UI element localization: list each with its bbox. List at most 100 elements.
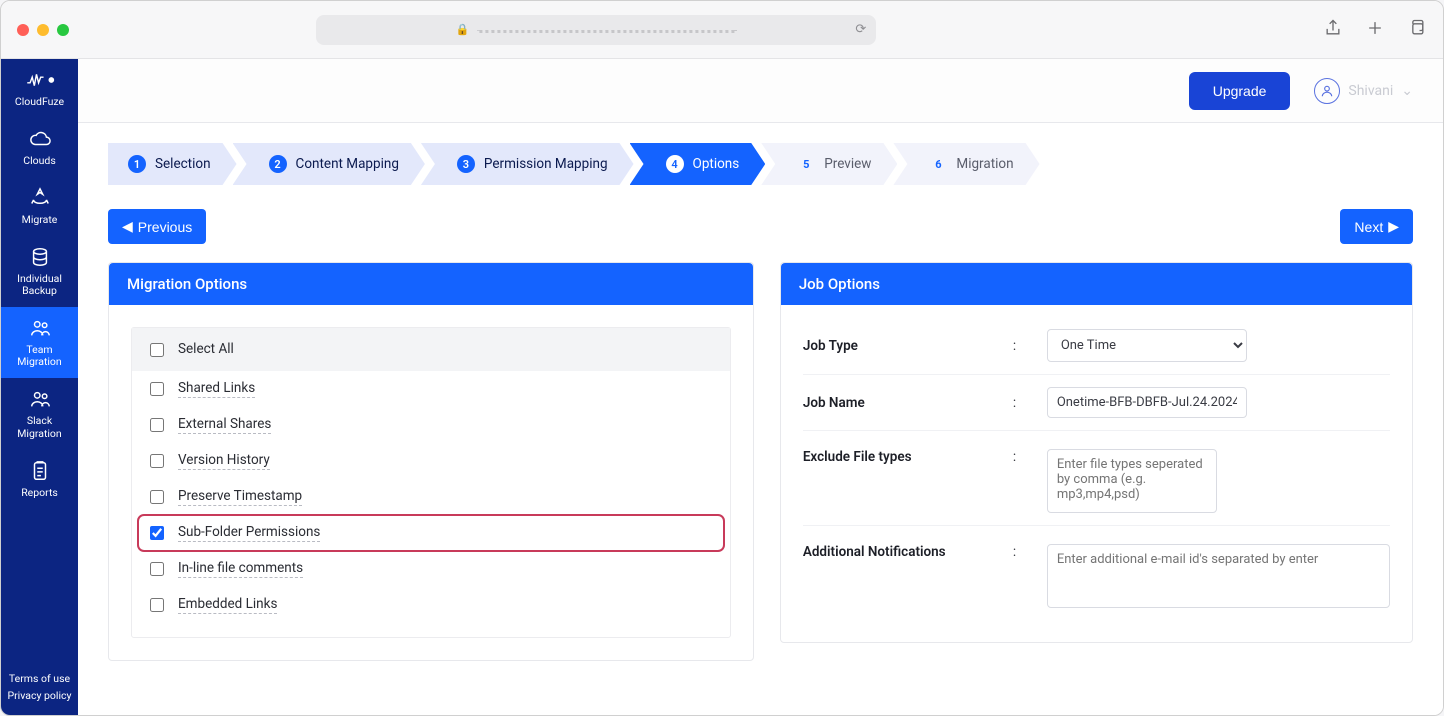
share-icon[interactable]: [1323, 18, 1343, 42]
sidebar-item-clouds[interactable]: Clouds: [1, 118, 78, 177]
step-label: Permission Mapping: [484, 156, 608, 172]
step-content-mapping[interactable]: 2 Content Mapping: [233, 143, 425, 185]
reload-icon[interactable]: ⟳: [855, 22, 866, 37]
exclude-types-input[interactable]: [1047, 449, 1217, 513]
new-tab-icon[interactable]: [1365, 18, 1385, 42]
topbar: Upgrade Shivani ⌄: [78, 59, 1443, 123]
option-label: Select All: [178, 341, 234, 358]
sidebar-item-slack-migration[interactable]: Slack Migration: [1, 378, 78, 449]
browser-window: 🔒 ⟳ CloudFuze Clouds: [0, 0, 1444, 716]
user-avatar-icon: [1314, 78, 1340, 104]
colon: :: [1013, 449, 1037, 465]
option-checkbox[interactable]: [150, 418, 164, 432]
select-all-checkbox[interactable]: [150, 343, 164, 357]
url-placeholder: [477, 27, 737, 33]
colon: :: [1013, 338, 1037, 354]
terms-link[interactable]: Terms of use: [3, 671, 76, 688]
exclude-types-row: Exclude File types :: [803, 431, 1390, 526]
panels: Migration Options Select All Shared Link…: [108, 262, 1413, 661]
step-selection[interactable]: 1 Selection: [108, 143, 237, 185]
option-row[interactable]: Embedded Links: [132, 587, 730, 623]
job-name-input[interactable]: [1047, 387, 1247, 418]
options-list: Select All Shared Links External Shares: [131, 327, 731, 638]
brand-label: CloudFuze: [15, 96, 64, 108]
sidebar-item-label: Clouds: [23, 155, 56, 167]
minimize-window-button[interactable]: [37, 24, 49, 36]
sidebar-item-individual-backup[interactable]: Individual Backup: [1, 236, 78, 307]
previous-button[interactable]: ◀ Previous: [108, 209, 206, 244]
step-label: Preview: [824, 156, 871, 172]
chevron-right-icon: ▶: [1388, 218, 1399, 235]
step-number: 4: [666, 155, 684, 173]
step-label: Selection: [155, 156, 211, 172]
option-label: External Shares: [178, 416, 271, 434]
option-label: Preserve Timestamp: [178, 488, 302, 506]
step-number: 6: [929, 155, 947, 173]
notifications-input[interactable]: [1047, 544, 1390, 608]
option-label: Version History: [178, 452, 270, 470]
step-number: 2: [269, 155, 287, 173]
job-type-row: Job Type : One Time: [803, 317, 1390, 375]
field-label: Additional Notifications: [803, 544, 1003, 560]
panel-title: Job Options: [781, 263, 1412, 305]
step-number: 3: [457, 155, 475, 173]
next-button[interactable]: Next ▶: [1340, 209, 1413, 244]
browser-actions: [1323, 18, 1427, 42]
sidebar-item-migrate[interactable]: Migrate: [1, 177, 78, 236]
field-label: Job Type: [803, 338, 1003, 354]
field-label: Exclude File types: [803, 449, 1003, 465]
option-label: Sub-Folder Permissions: [178, 524, 320, 542]
option-checkbox[interactable]: [150, 454, 164, 468]
option-checkbox[interactable]: [150, 562, 164, 576]
username-label: Shivani: [1348, 83, 1393, 99]
option-row[interactable]: Version History: [132, 443, 730, 479]
wizard-steps: 1 Selection 2 Content Mapping 3 Permissi…: [108, 143, 1413, 185]
step-label: Migration: [956, 156, 1013, 172]
tabs-icon[interactable]: [1407, 18, 1427, 42]
sidebar-item-reports[interactable]: Reports: [1, 450, 78, 509]
option-checkbox[interactable]: [150, 526, 164, 540]
colon: :: [1013, 395, 1037, 411]
url-bar[interactable]: 🔒 ⟳: [316, 15, 876, 45]
browser-titlebar: 🔒 ⟳: [1, 1, 1443, 59]
option-label: In-line file comments: [178, 560, 303, 578]
sidebar-item-label: Team Migration: [5, 344, 74, 368]
upgrade-button[interactable]: Upgrade: [1189, 72, 1291, 110]
option-checkbox[interactable]: [150, 490, 164, 504]
sidebar-item-team-migration[interactable]: Team Migration: [1, 307, 78, 378]
nav-row: ◀ Previous Next ▶: [108, 209, 1413, 244]
maximize-window-button[interactable]: [57, 24, 69, 36]
sidebar-item-label: Slack Migration: [5, 415, 74, 439]
notifications-row: Additional Notifications :: [803, 526, 1390, 620]
user-menu[interactable]: Shivani ⌄: [1314, 78, 1413, 104]
step-permission-mapping[interactable]: 3 Permission Mapping: [421, 143, 634, 185]
brand-logo[interactable]: CloudFuze: [1, 59, 78, 118]
option-checkbox[interactable]: [150, 382, 164, 396]
button-label: Previous: [138, 219, 192, 235]
lock-icon: 🔒: [455, 23, 469, 36]
colon: :: [1013, 544, 1037, 560]
job-name-row: Job Name :: [803, 375, 1390, 431]
option-row[interactable]: Shared Links: [132, 371, 730, 407]
step-options[interactable]: 4 Options: [630, 143, 766, 185]
close-window-button[interactable]: [17, 24, 29, 36]
step-number: 5: [797, 155, 815, 173]
option-checkbox[interactable]: [150, 598, 164, 612]
privacy-link[interactable]: Privacy policy: [3, 688, 76, 705]
option-row-subfolder-permissions[interactable]: Sub-Folder Permissions: [138, 515, 724, 551]
migration-options-panel: Migration Options Select All Shared Link…: [108, 262, 754, 661]
step-preview[interactable]: 5 Preview: [761, 143, 897, 185]
option-row[interactable]: In-line file comments: [132, 551, 730, 587]
job-type-select[interactable]: One Time: [1047, 329, 1247, 362]
main-area: Upgrade Shivani ⌄ 1 Selection: [78, 59, 1443, 715]
sidebar-item-label: Individual Backup: [5, 273, 74, 297]
button-label: Next: [1354, 219, 1383, 235]
option-row[interactable]: Preserve Timestamp: [132, 479, 730, 515]
select-all-row[interactable]: Select All: [132, 328, 730, 371]
step-migration[interactable]: 6 Migration: [893, 143, 1039, 185]
traffic-lights: [17, 24, 69, 36]
option-row[interactable]: External Shares: [132, 407, 730, 443]
option-label: Embedded Links: [178, 596, 277, 614]
sidebar: CloudFuze Clouds Migrate Individual Back…: [1, 59, 78, 715]
option-label: Shared Links: [178, 380, 255, 398]
